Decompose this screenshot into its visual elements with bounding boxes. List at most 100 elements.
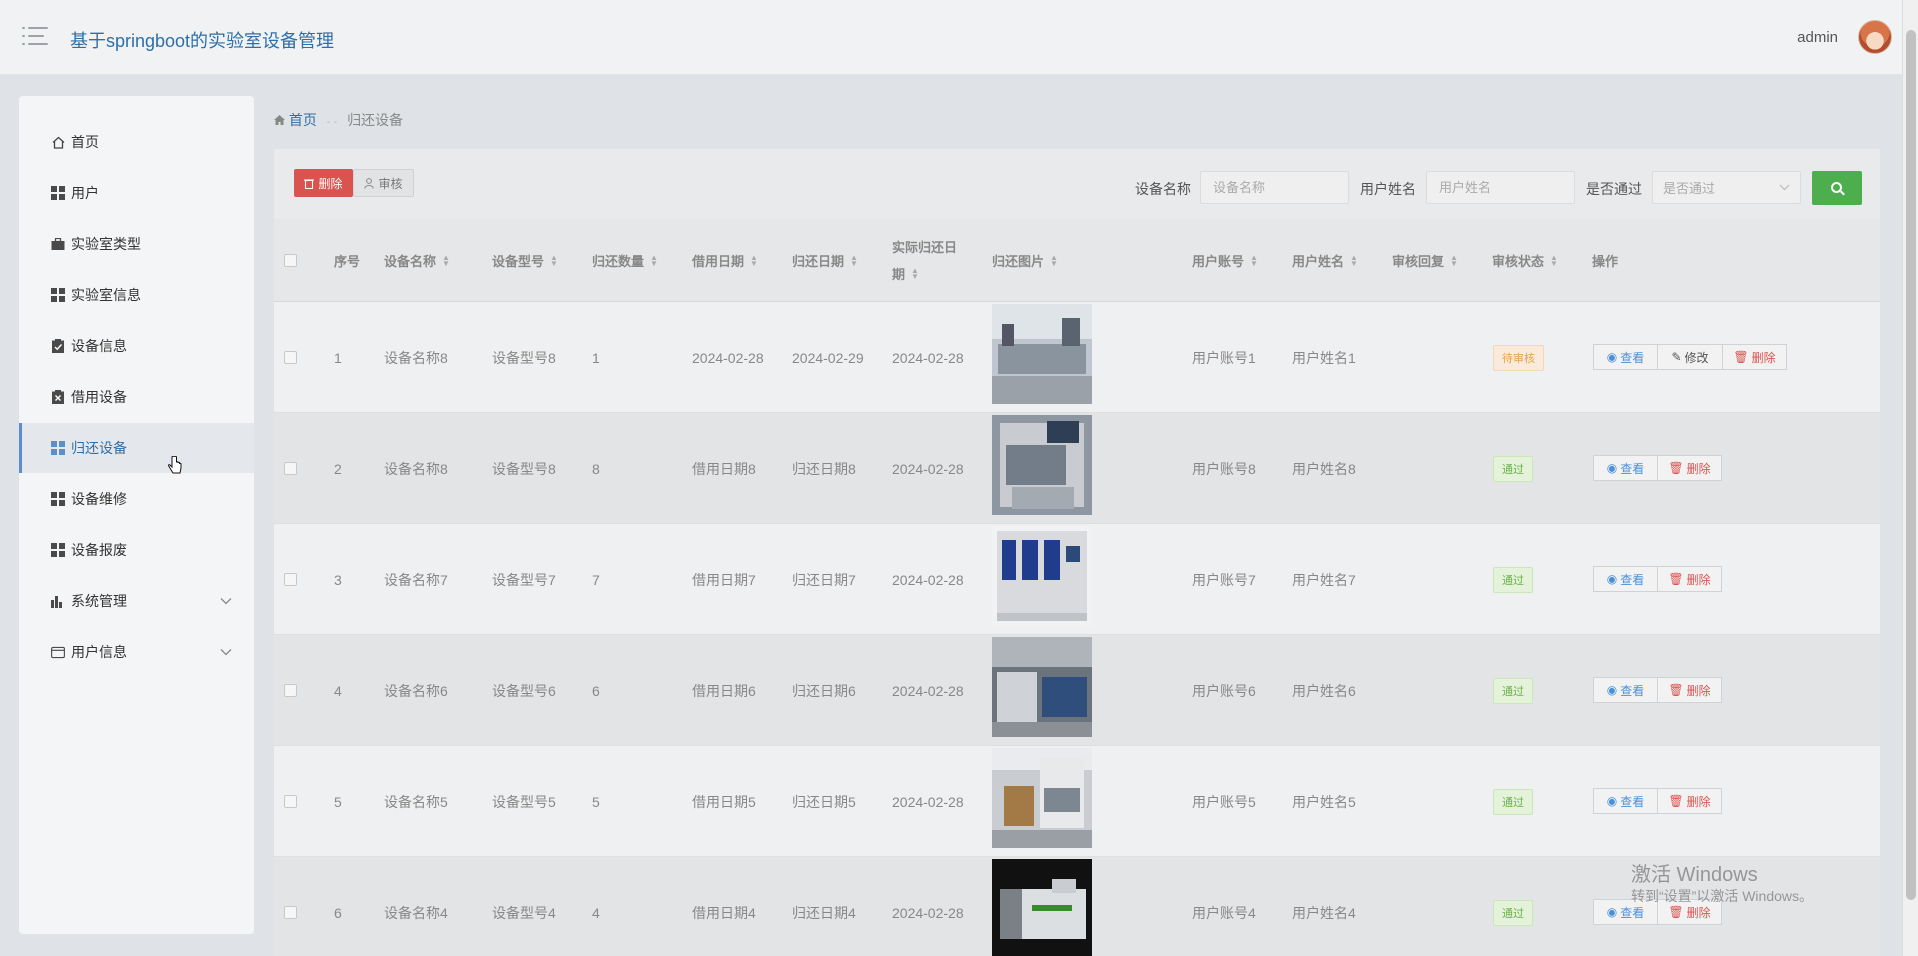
passed-filter-label: 是否通过 [1586,181,1642,197]
sidebar-item-home[interactable]: 首页 [19,117,254,167]
grid-icon [51,441,65,455]
delete-button[interactable]: 🗑 删除 [1657,677,1722,703]
sidebar-item-scrap[interactable]: 设备报废 [19,525,254,575]
delete-button[interactable]: 🗑 删除 [1722,344,1787,370]
select-all-checkbox[interactable] [284,219,297,302]
delete-button[interactable]: 🗑 删除 [1657,566,1722,592]
view-button[interactable]: ◉ 查看 [1593,344,1658,370]
column-header-account[interactable]: 用户账号 ▲ ▼ [1192,219,1258,302]
sidebar-item-system[interactable]: 系统管理 [19,576,254,626]
cell-actual-return: 2024-02-28 [892,460,964,477]
search-button[interactable] [1812,171,1862,205]
sort-icon: ▲ ▼ [1250,252,1258,268]
breadcrumb-separator: - - [326,116,338,128]
menu-toggle-icon[interactable] [22,25,48,47]
row-checkbox[interactable] [284,302,297,413]
edit-button[interactable]: ✎ 修改 [1657,344,1723,370]
user-avatar[interactable] [1858,20,1892,54]
return-photo[interactable] [992,526,1092,626]
sidebar-item-repair[interactable]: 设备维修 [19,474,254,524]
card-icon [51,645,65,659]
cell-seq: 4 [334,682,342,699]
sidebar-item-label: 实验室类型 [71,236,141,252]
row-checkbox[interactable] [284,857,297,956]
sidebar-item-lab-info[interactable]: 实验室信息 [19,270,254,320]
cell-name: 设备名称4 [384,904,448,921]
column-header-reply[interactable]: 审核回复 ▲ ▼ [1392,219,1458,302]
sort-icon: ▲ ▼ [1050,252,1058,268]
batch-delete-button[interactable]: 删除 [294,169,353,197]
column-header-name[interactable]: 设备名称 ▲ ▼ [384,219,450,302]
top-header: 基于springboot的实验室设备管理 admin [0,0,1902,75]
view-button[interactable]: ◉ 查看 [1593,566,1658,592]
content-panel: 删除 审核 设备名称 用户姓名 是否通过 是否通过 序号 设备名称▲▼ 设备型号… [274,149,1880,956]
sidebar-item-users[interactable]: 用户 [19,168,254,218]
cell-qty: 5 [592,793,600,810]
return-photo[interactable] [992,859,1092,956]
cell-seq: 1 [334,349,342,366]
cell-user: 用户姓名5 [1292,793,1356,810]
column-header-return-date[interactable]: 归还日期 ▲ ▼ [792,219,858,302]
trash-icon: 🗑 [1668,572,1684,586]
status-badge: 通过 [1493,677,1533,704]
sidebar-item-user-info[interactable]: 用户信息 [19,627,254,677]
user-name-filter-label: 用户姓名 [1360,181,1416,197]
eye-icon: ◉ [1606,350,1618,364]
grid-icon [51,288,65,302]
column-header-user[interactable]: 用户姓名 ▲ ▼ [1292,219,1358,302]
vertical-scrollbar[interactable] [1902,0,1918,956]
user-name-filter-input[interactable] [1426,171,1575,204]
column-header-status[interactable]: 审核状态 ▲ ▼ [1492,219,1558,302]
return-photo[interactable] [992,637,1092,737]
device-name-filter-input[interactable] [1200,171,1349,204]
view-button[interactable]: ◉ 查看 [1593,788,1658,814]
sort-icon: ▲ ▼ [442,252,450,268]
return-photo[interactable] [992,415,1092,515]
cell-name: 设备名称5 [384,793,448,810]
column-header-model[interactable]: 设备型号 ▲ ▼ [492,219,558,302]
delete-button[interactable]: 🗑 删除 [1657,455,1722,481]
sidebar-item-label: 归还设备 [71,440,127,456]
cell-qty: 1 [592,349,600,366]
table-row: 4 设备名称6 设备型号6 6 借用日期6 归还日期6 2024-02-28 用… [274,635,1880,746]
cell-status: 通过 [1493,413,1533,524]
scrollbar-thumb[interactable] [1906,30,1916,900]
cell-model: 设备型号6 [492,682,556,699]
column-header-qty[interactable]: 归还数量 ▲ ▼ [592,219,658,302]
view-button[interactable]: ◉ 查看 [1593,677,1658,703]
row-checkbox[interactable] [284,635,297,746]
audit-button[interactable]: 审核 [353,169,414,197]
sidebar-item-lab-type[interactable]: 实验室类型 [19,219,254,269]
row-checkbox[interactable] [284,413,297,524]
cell-qty: 7 [592,571,600,588]
cell-return-date: 归还日期6 [792,682,856,699]
cell-model: 设备型号8 [492,349,556,366]
breadcrumb-home-link[interactable]: 首页 [289,112,317,128]
trash-icon [304,178,315,189]
sidebar-item-return[interactable]: 归还设备 [19,423,254,473]
home-icon [51,135,65,149]
return-photo[interactable] [992,304,1092,404]
cell-user: 用户姓名6 [1292,682,1356,699]
sidebar-item-borrow[interactable]: 借用设备 [19,372,254,422]
row-checkbox[interactable] [284,746,297,857]
cell-name: 设备名称8 [384,349,448,366]
column-header-borrow-date[interactable]: 借用日期 ▲ ▼ [692,219,758,302]
delete-button[interactable]: 🗑 删除 [1657,788,1722,814]
edit-icon: ✎ [1671,350,1682,364]
cell-model: 设备型号5 [492,793,556,810]
view-button[interactable]: ◉ 查看 [1593,455,1658,481]
column-header-actual-return[interactable]: 实际归还日期 ▲ ▼ [892,219,957,302]
row-checkbox[interactable] [284,524,297,635]
cell-user: 用户姓名7 [1292,571,1356,588]
home-icon [274,112,289,128]
current-user-name[interactable]: admin [1797,29,1838,46]
return-photo[interactable] [992,748,1092,848]
passed-filter-select[interactable]: 是否通过 [1652,171,1801,204]
column-header-image[interactable]: 归还图片 ▲ ▼ [992,219,1058,302]
sidebar-item-device-info[interactable]: 设备信息 [19,321,254,371]
status-badge: 通过 [1493,566,1533,593]
batch-delete-label: 删除 [318,176,343,191]
cell-qty: 6 [592,682,600,699]
sidebar-item-label: 设备信息 [71,338,127,354]
